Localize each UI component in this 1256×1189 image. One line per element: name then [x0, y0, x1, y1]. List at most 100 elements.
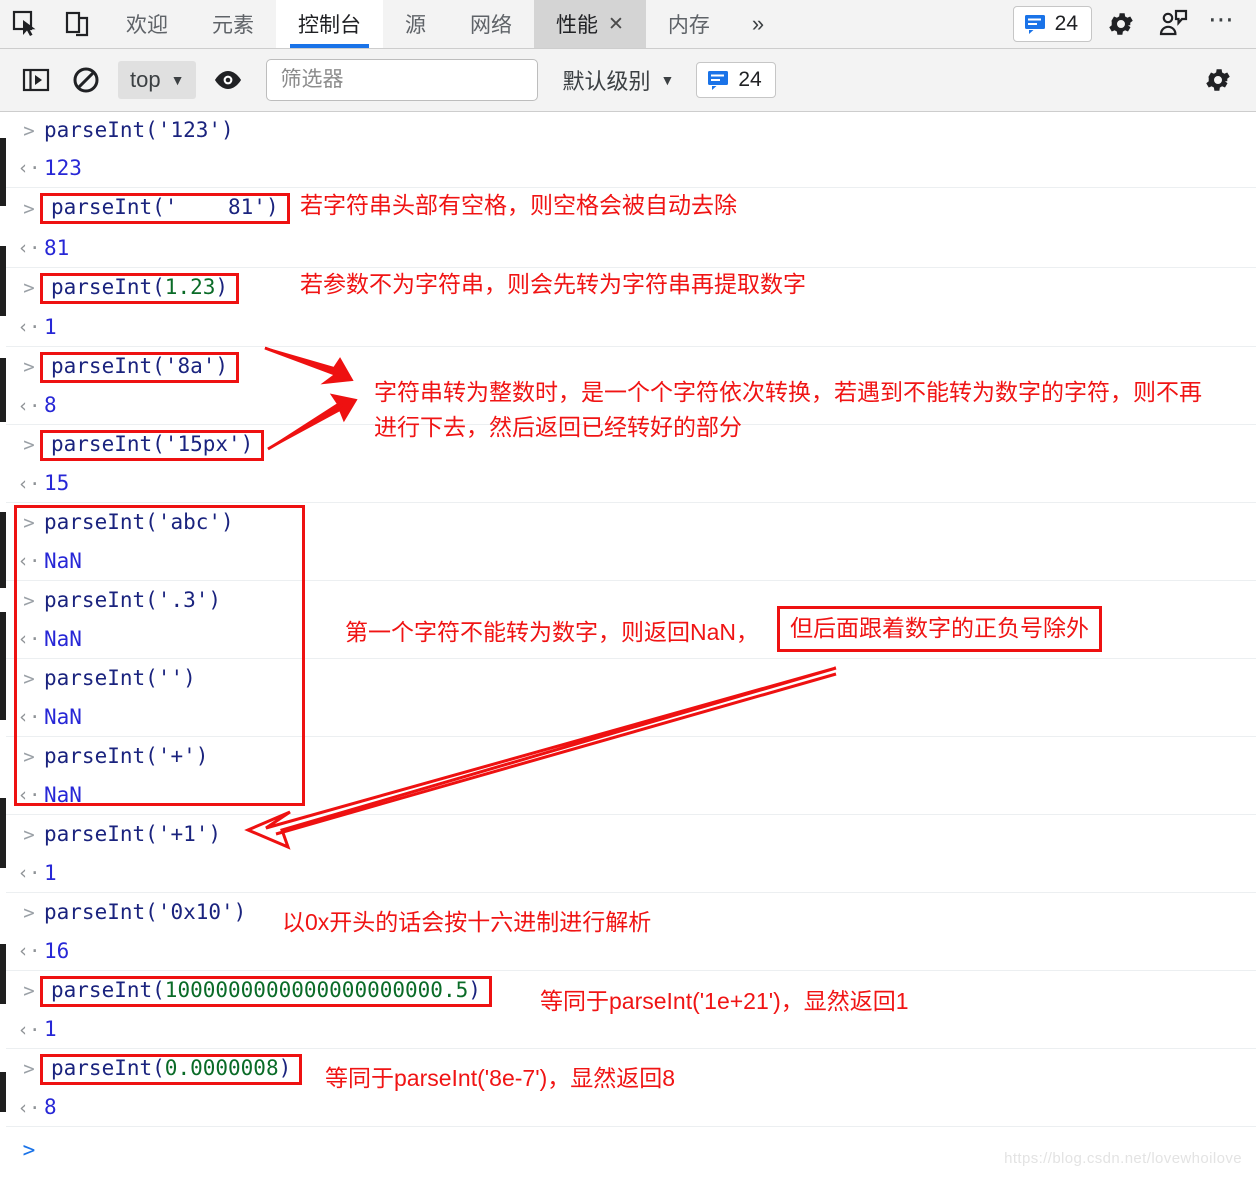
filter-input[interactable] [266, 59, 539, 101]
output-arrow-icon: ‹· [17, 316, 41, 338]
more-options-icon[interactable]: ⋯ [1202, 4, 1242, 45]
message-badge-icon [708, 71, 729, 90]
context-label: top [130, 67, 161, 92]
console-code: parseInt('.3') [44, 588, 222, 612]
console-code: parseInt('123') [44, 118, 234, 142]
clear-console-icon[interactable] [64, 58, 108, 102]
console-code: parseInt('+1') [44, 822, 222, 846]
console-result: 8 [44, 1095, 57, 1119]
message-count-label: 24 [1054, 12, 1078, 35]
chevron-down-icon: ▼ [660, 72, 675, 88]
output-arrow-icon: ‹· [17, 706, 41, 728]
input-arrow-icon: > [23, 745, 35, 768]
tab-welcome[interactable]: 欢迎 [104, 0, 190, 48]
message-badge-icon [1024, 15, 1045, 34]
gear-icon[interactable] [1098, 1, 1144, 47]
tab-sources[interactable]: 源 [383, 0, 448, 48]
input-arrow-icon: > [23, 119, 35, 142]
console-result: NaN [44, 548, 82, 573]
console-result-row: ‹· NaN [0, 542, 1256, 581]
console-command-row[interactable]: > parseInt('+1') [0, 815, 1256, 854]
close-icon[interactable]: ✕ [608, 15, 624, 34]
tab-label: 元素 [212, 14, 254, 37]
console-code: parseInt('') [44, 666, 196, 690]
output-arrow-icon: ‹· [17, 237, 41, 259]
tab-console[interactable]: 控制台 [276, 0, 383, 48]
console-result-row: ‹· 8 [0, 1089, 1256, 1127]
console-result: 8 [44, 393, 57, 417]
console-result: NaN [44, 704, 82, 729]
console-code-highlighted: parseInt(1000000000000000000000.5) [40, 975, 492, 1007]
tab-label: 欢迎 [126, 14, 168, 37]
console-result-row: ‹· NaN [0, 698, 1256, 737]
console-command-row[interactable]: > parseInt('123') [0, 112, 1256, 149]
tab-elements[interactable]: 元素 [190, 0, 276, 48]
input-arrow-icon: > [23, 823, 35, 846]
message-count-label: 24 [738, 68, 762, 91]
tab-label: 性能 [556, 14, 598, 37]
annotation-char-conversion-line1: 字符串转为整数时，是一个个字符依次转换，若遇到不能转为数字的字符，则不再 [374, 379, 1202, 405]
output-arrow-icon: ‹· [17, 472, 41, 495]
more-tabs-icon[interactable]: » [732, 0, 784, 48]
console-result: NaN [44, 782, 82, 807]
device-toolbar-icon[interactable] [52, 0, 104, 48]
console-result: 1 [44, 1017, 57, 1041]
output-arrow-icon: ‹· [17, 628, 41, 650]
console-result: 16 [44, 938, 70, 963]
tab-network[interactable]: 网络 [448, 0, 534, 48]
console-result: 81 [44, 235, 70, 260]
input-arrow-icon: > [23, 901, 35, 924]
annotation-leading-space: 若字符串头部有空格，则空格会被自动去除 [300, 192, 737, 218]
tab-label: 网络 [470, 14, 512, 37]
annotation-nan-rule: 第一个字符不能转为数字，则返回NaN， [345, 619, 760, 645]
input-arrow-icon: > [23, 589, 35, 612]
feedback-icon[interactable] [1150, 1, 1196, 47]
console-messages[interactable]: > parseInt('123') ‹· 123 > parseInt(' 81… [0, 112, 1256, 1189]
console-result: NaN [44, 626, 82, 651]
chevron-down-icon: ▼ [170, 72, 185, 88]
console-code-highlighted: parseInt(' 81') [40, 193, 290, 224]
tab-list: 欢迎 元素 控制台 源 网络 性能 ✕ 内存 [104, 0, 732, 48]
live-expression-eye-icon[interactable] [206, 58, 250, 102]
annotation-non-string-arg: 若参数不为字符串，则会先转为字符串再提取数字 [300, 271, 806, 297]
tab-label: 控制台 [298, 14, 361, 37]
output-arrow-icon: ‹· [17, 550, 41, 572]
annotation-hex-prefix: 以0x开头的话会按十六进制进行解析 [282, 909, 652, 935]
console-result-row: ‹· 16 [0, 932, 1256, 971]
console-result-row: ‹· 81 [0, 229, 1256, 268]
devtools-tabbar: 欢迎 元素 控制台 源 网络 性能 ✕ 内存 » 24 ⋯ [0, 0, 1256, 49]
message-count-badge[interactable]: 24 [1012, 6, 1092, 42]
console-code-highlighted: parseInt(0.0000008) [40, 1053, 303, 1085]
tabbar-actions: 24 ⋯ [1012, 0, 1256, 48]
message-count-badge-toolbar[interactable]: 24 [696, 62, 776, 98]
annotation-1e21: 等同于parseInt('1e+21')，显然返回1 [540, 988, 909, 1014]
tab-label: 内存 [667, 14, 710, 37]
console-result-row: ‹· NaN [0, 776, 1256, 815]
console-code: parseInt('+') [44, 744, 209, 768]
console-scrollbar[interactable] [0, 112, 6, 1189]
console-code: parseInt('abc') [44, 510, 234, 534]
tab-memory[interactable]: 内存 [646, 0, 732, 48]
inspect-cursor-icon[interactable] [0, 0, 52, 48]
output-arrow-icon: ‹· [17, 862, 41, 884]
execution-context-selector[interactable]: top ▼ [118, 61, 197, 99]
console-result-row: ‹· 1 [0, 308, 1256, 347]
console-settings-area [1196, 58, 1256, 102]
console-result-row: ‹· 123 [0, 149, 1256, 188]
log-level-selector[interactable]: 默认级别 ▼ [562, 64, 674, 96]
output-arrow-icon: ‹· [17, 784, 41, 806]
console-result-row: ‹· 1 [0, 854, 1256, 893]
gear-icon[interactable] [1196, 58, 1240, 102]
output-arrow-icon: ‹· [17, 157, 41, 179]
console-result: 1 [44, 314, 57, 339]
show-console-sidebar-icon[interactable] [14, 58, 58, 102]
annotation-sign-exception: 但后面跟着数字的正负号除外 [777, 606, 1102, 653]
output-arrow-icon: ‹· [17, 1018, 41, 1041]
console-command-row[interactable]: > parseInt('+') [0, 737, 1256, 776]
console-command-row[interactable]: > parseInt('') [0, 659, 1256, 698]
console-toolbar: top ▼ 默认级别 ▼ 24 [0, 49, 1256, 112]
console-result: 1 [44, 860, 57, 885]
annotation-8e-7: 等同于parseInt('8e-7')，显然返回8 [325, 1065, 676, 1091]
console-command-row[interactable]: > parseInt('abc') [0, 503, 1256, 542]
tab-performance[interactable]: 性能 ✕ [534, 0, 646, 48]
